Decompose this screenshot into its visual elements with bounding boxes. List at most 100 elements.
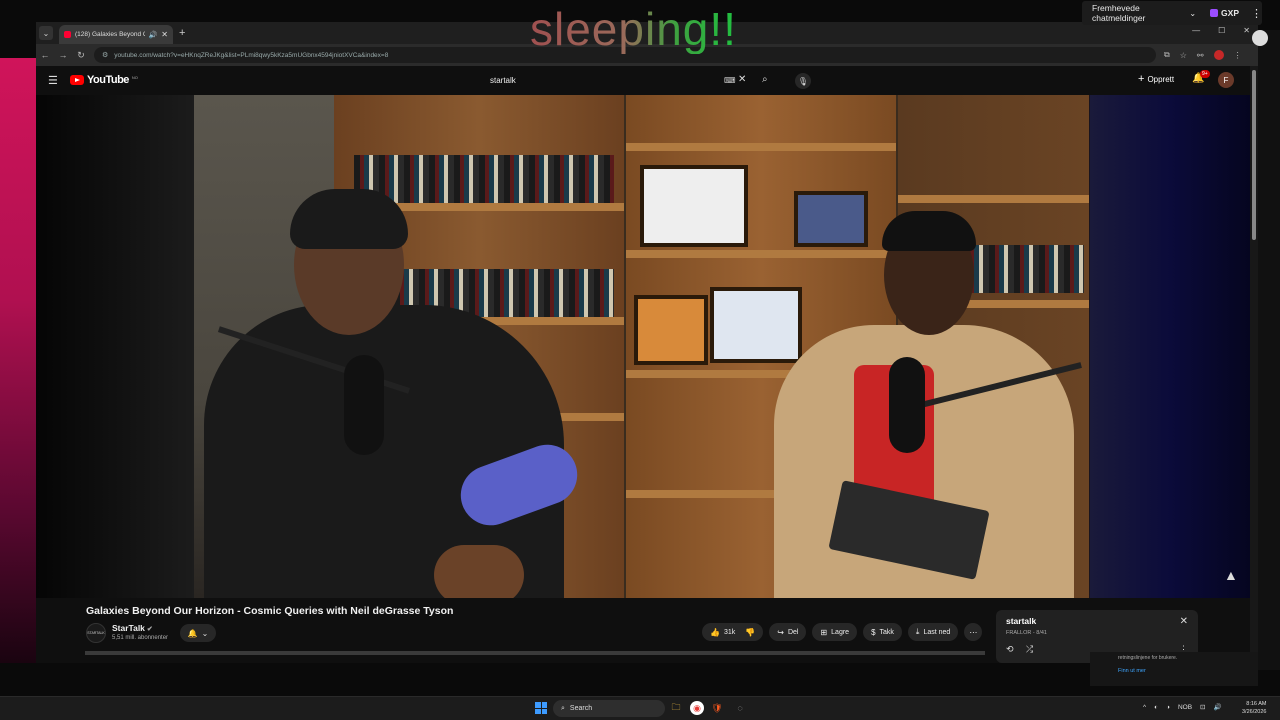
- app-icon[interactable]: ◌: [733, 701, 747, 715]
- create-label: Opprett: [1147, 74, 1175, 84]
- scrollbar-thumb[interactable]: [1252, 70, 1256, 240]
- subscription-bell-button[interactable]: 🔔 ⌄: [180, 624, 216, 642]
- screen: sleeping!! Fremhevede chatmeldinger ⌄ GX…: [0, 0, 1280, 720]
- extensions-icon[interactable]: ⚯: [1197, 51, 1204, 60]
- close-icon[interactable]: ✕: [1180, 616, 1188, 627]
- forward-icon[interactable]: →: [54, 50, 72, 60]
- page-scrollbar[interactable]: [1250, 66, 1258, 663]
- loop-icon[interactable]: ⟲: [1006, 644, 1014, 655]
- youtube-play-icon: [70, 75, 84, 85]
- browser-window: ⌄ (128) Galaxies Beyond Our 🔊 ✕ + — ☐ ✕ …: [36, 22, 1258, 663]
- search-icon[interactable]: ⌕: [762, 74, 768, 85]
- playlist-title[interactable]: startalk: [1006, 616, 1036, 626]
- back-icon[interactable]: ←: [36, 50, 54, 60]
- taskbar: ⌕ Search 🗀 ◉ 🛡 ◌ ^ ◐ ◑ NOB ⊡ 🔊 8:16 AM 3…: [0, 696, 1280, 720]
- taskbar-search-label: Search: [569, 705, 593, 712]
- channel-name-link[interactable]: StarTalk ✔: [112, 623, 153, 633]
- verified-check-icon: ✔: [146, 626, 153, 633]
- search-input[interactable]: [480, 70, 712, 90]
- video-frame[interactable]: [194, 95, 1089, 598]
- gxp-badge[interactable]: GXP: [1210, 8, 1239, 18]
- menu-icon[interactable]: ☰: [48, 74, 58, 87]
- book-cover: [634, 295, 708, 365]
- tab-search-button[interactable]: ⌄: [39, 26, 53, 40]
- chrome-icon[interactable]: ◉: [690, 701, 704, 715]
- download-label: Last ned: [923, 628, 951, 636]
- site-info-icon[interactable]: ⚙: [102, 51, 108, 59]
- more-vertical-icon[interactable]: ⋮: [1251, 7, 1262, 20]
- close-tab-icon[interactable]: ✕: [161, 30, 168, 39]
- avatar[interactable]: F: [1218, 72, 1234, 88]
- microphone-icon[interactable]: 🎙: [795, 73, 811, 89]
- bookmark-star-icon[interactable]: ☆: [1180, 51, 1187, 60]
- plus-icon[interactable]: +: [179, 27, 185, 39]
- shuffle-icon[interactable]: ⤮: [1026, 644, 1033, 655]
- video-person-left: [194, 189, 586, 598]
- close-window-icon[interactable]: ✕: [1243, 26, 1250, 35]
- time: 8:16 AM: [1246, 701, 1267, 707]
- windows-start-icon[interactable]: [535, 702, 547, 714]
- reload-icon[interactable]: ↻: [72, 50, 90, 61]
- cast-icon[interactable]: ⧉: [1164, 50, 1170, 60]
- network-icon[interactable]: ⊡: [1200, 703, 1205, 711]
- notification-badge: 9+: [1200, 70, 1210, 78]
- date: 3/26/2026: [1242, 709, 1267, 715]
- camera-overlay-icon: [1252, 30, 1268, 46]
- thumbs-up-icon: 👍: [710, 627, 720, 637]
- clock[interactable]: 8:16 AM 3/26/2026: [1242, 700, 1266, 716]
- tray-app-icon[interactable]: ◐: [1154, 704, 1158, 711]
- search-box: ⌨ ✕ ⌕ 🎙: [480, 70, 811, 90]
- brave-icon[interactable]: 🛡: [710, 701, 724, 715]
- window-controls: — ☐ ✕: [1192, 26, 1250, 35]
- like-count: 31k: [723, 628, 736, 636]
- minimize-icon[interactable]: —: [1192, 26, 1200, 35]
- featured-chat-dropdown[interactable]: Fremhevede chatmeldinger ⌄ GXP ⋮: [1082, 1, 1262, 25]
- save-button[interactable]: ⊞ Lagre: [812, 623, 858, 641]
- thanks-label: Takk: [879, 628, 894, 636]
- subscriber-count: 5,51 mill. abonnenter: [112, 635, 169, 641]
- maximize-icon[interactable]: ☐: [1218, 26, 1225, 35]
- volume-icon[interactable]: 🔊: [1213, 703, 1221, 711]
- peek-text: retningslinjene for brukere.: [1118, 655, 1178, 661]
- tab-youtube[interactable]: (128) Galaxies Beyond Our 🔊 ✕: [59, 25, 173, 44]
- browser-menu-icon[interactable]: ⋮: [1234, 51, 1242, 60]
- file-explorer-icon[interactable]: 🗀: [669, 701, 683, 715]
- profile-icon[interactable]: [1213, 50, 1224, 60]
- more-actions-icon[interactable]: ⋯: [964, 623, 983, 641]
- keyboard-icon[interactable]: ⌨: [724, 76, 736, 85]
- search-icon: ⌕: [561, 704, 565, 712]
- gxp-icon: [1210, 9, 1219, 17]
- tray-app-icon[interactable]: ◑: [1166, 704, 1170, 711]
- framed-certificate: [640, 165, 748, 247]
- youtube-favicon-icon: [64, 31, 71, 38]
- thumbs-down-icon[interactable]: 👎: [745, 628, 755, 637]
- save-label: Lagre: [831, 628, 850, 636]
- language-indicator[interactable]: NOB: [1178, 704, 1192, 711]
- background-window-peek: retningslinjene for brukere. Finn ut mer: [1090, 652, 1258, 686]
- chevron-down-icon: ⌄: [1189, 8, 1197, 18]
- video-actions: 👍 31k 👎 ↪ Del ⊞ Lagre $ Takk ⤓ Last ned ⋯: [702, 623, 983, 641]
- desktop-wallpaper: [0, 58, 36, 663]
- speaker-icon[interactable]: 🔊: [149, 31, 158, 39]
- url-text: youtube.com/watch?v=eHKnqZReJKg&list=PLm…: [114, 51, 389, 59]
- gxp-label: GXP: [1221, 8, 1239, 18]
- chevron-up-icon[interactable]: ^: [1143, 704, 1146, 711]
- learn-more-link[interactable]: Finn ut mer: [1118, 668, 1146, 674]
- thanks-icon: $: [871, 627, 876, 637]
- youtube-header: ☰ YouTube NO ⌨ ✕ ⌕ 🎙 + Opprett 🔔: [36, 66, 1250, 95]
- shelf-plank: [626, 143, 896, 151]
- like-button[interactable]: 👍 31k 👎: [702, 623, 764, 641]
- share-button[interactable]: ↪ Del: [769, 623, 807, 641]
- clear-search-icon[interactable]: ✕: [738, 74, 746, 85]
- download-button[interactable]: ⤓ Last ned: [907, 623, 959, 641]
- video-player[interactable]: ▲: [36, 95, 1250, 598]
- youtube-logo[interactable]: YouTube NO: [70, 74, 138, 86]
- video-progress-bar[interactable]: [85, 651, 985, 655]
- thanks-button[interactable]: $ Takk: [863, 623, 902, 641]
- taskbar-search[interactable]: ⌕ Search: [553, 700, 665, 717]
- microphone-right: [889, 357, 925, 453]
- channel-avatar[interactable]: STARTALK: [86, 623, 106, 643]
- share-icon: ↪: [777, 627, 784, 637]
- channel-watermark-icon[interactable]: ▲: [1224, 567, 1238, 583]
- create-button[interactable]: + Opprett: [1138, 73, 1174, 85]
